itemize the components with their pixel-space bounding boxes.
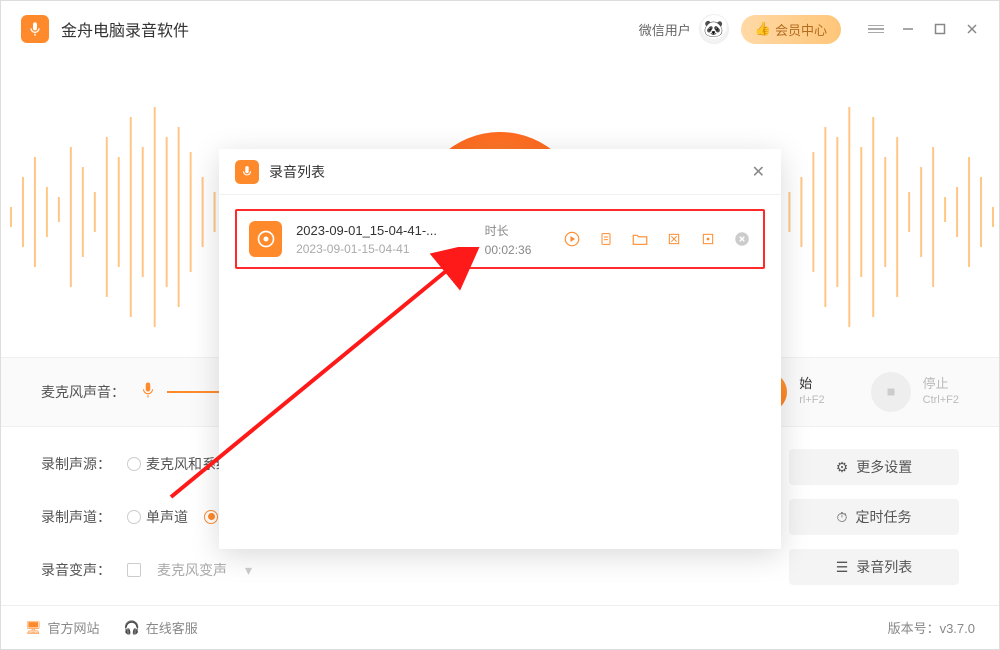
record-source-label: 录制声源： (41, 454, 111, 474)
recording-list-button[interactable]: ☰ 录音列表 (789, 549, 959, 585)
user-avatar[interactable]: 🐼 (699, 14, 729, 44)
popup-header: 录音列表 ✕ (219, 149, 781, 195)
start-shortcut: rl+F2 (799, 393, 824, 408)
cut-icon[interactable] (665, 230, 683, 248)
maximize-button[interactable] (929, 18, 951, 40)
stop-label: 停止 (923, 375, 959, 393)
play-icon[interactable] (563, 230, 581, 248)
start-label: 始 (799, 375, 824, 393)
microphone-icon (139, 381, 157, 404)
recording-file-icon (249, 221, 282, 257)
user-label: 微信用户 (639, 20, 691, 39)
popup-logo (235, 160, 259, 184)
voice-change-row: 录音变声： 麦克风变声 ▾ (41, 556, 501, 585)
online-support-link[interactable]: 🎧 在线客服 (124, 618, 198, 637)
recording-file-date: 2023-09-01-15-04-41 (296, 242, 471, 256)
stop-shortcut: Ctrl+F2 (923, 393, 959, 408)
folder-icon[interactable] (631, 230, 649, 248)
voice-change-text: 麦克风变声 (157, 560, 227, 580)
chevron-down-icon[interactable]: ▾ (245, 562, 252, 579)
timer-icon: ⏱ (837, 509, 848, 526)
monitor-icon: 🖥 (25, 620, 42, 636)
titlebar: 金舟电脑录音软件 微信用户 🐼 👍 会员中心 (1, 1, 999, 57)
duration-label: 时长 (485, 222, 549, 239)
app-logo (21, 15, 49, 43)
recording-file-name: 2023-09-01_15-04-41-... (296, 223, 471, 238)
headset-icon: 🎧 (124, 620, 140, 636)
thumbs-icon: 👍 (755, 21, 771, 37)
stop-record-button[interactable]: 停止Ctrl+F2 (871, 372, 959, 412)
more-settings-button[interactable]: ⚙ 更多设置 (789, 449, 959, 485)
voice-change-label: 录音变声： (41, 560, 111, 580)
duration-value: 00:02:36 (485, 243, 549, 257)
export-icon[interactable] (699, 230, 717, 248)
popup-title: 录音列表 (269, 162, 325, 182)
gear-icon: ⚙ (836, 459, 849, 476)
recording-item[interactable]: 2023-09-01_15-04-41-... 2023-09-01-15-04… (235, 209, 765, 269)
timer-task-button[interactable]: ⏱ 定时任务 (789, 499, 959, 535)
source-both-radio[interactable]: 麦克风和系统 (127, 454, 230, 474)
bottombar: 🖥 官方网站 🎧 在线客服 版本号：v3.7.0 (1, 605, 999, 649)
list-icon: ☰ (836, 559, 849, 576)
document-icon[interactable] (597, 230, 615, 248)
voice-change-checkbox[interactable] (127, 563, 141, 577)
official-site-link[interactable]: 🖥 官方网站 (25, 618, 100, 637)
version-text: 版本号：v3.7.0 (888, 618, 975, 637)
app-title: 金舟电脑录音软件 (61, 17, 189, 41)
close-button[interactable] (961, 18, 983, 40)
menu-button[interactable] (865, 18, 887, 40)
mic-volume-label: 麦克风声音： (41, 382, 125, 402)
vip-button[interactable]: 👍 会员中心 (741, 15, 841, 44)
channel-mono-radio[interactable]: 单声道 (127, 507, 188, 527)
recording-list-popup: 录音列表 ✕ 2023-09-01_15-04-41-... 2023-09-0… (219, 149, 781, 549)
minimize-button[interactable] (897, 18, 919, 40)
delete-icon[interactable] (733, 230, 751, 248)
record-channel-label: 录制声道： (41, 507, 111, 527)
popup-close-button[interactable]: ✕ (752, 162, 765, 182)
vip-label: 会员中心 (775, 20, 827, 39)
